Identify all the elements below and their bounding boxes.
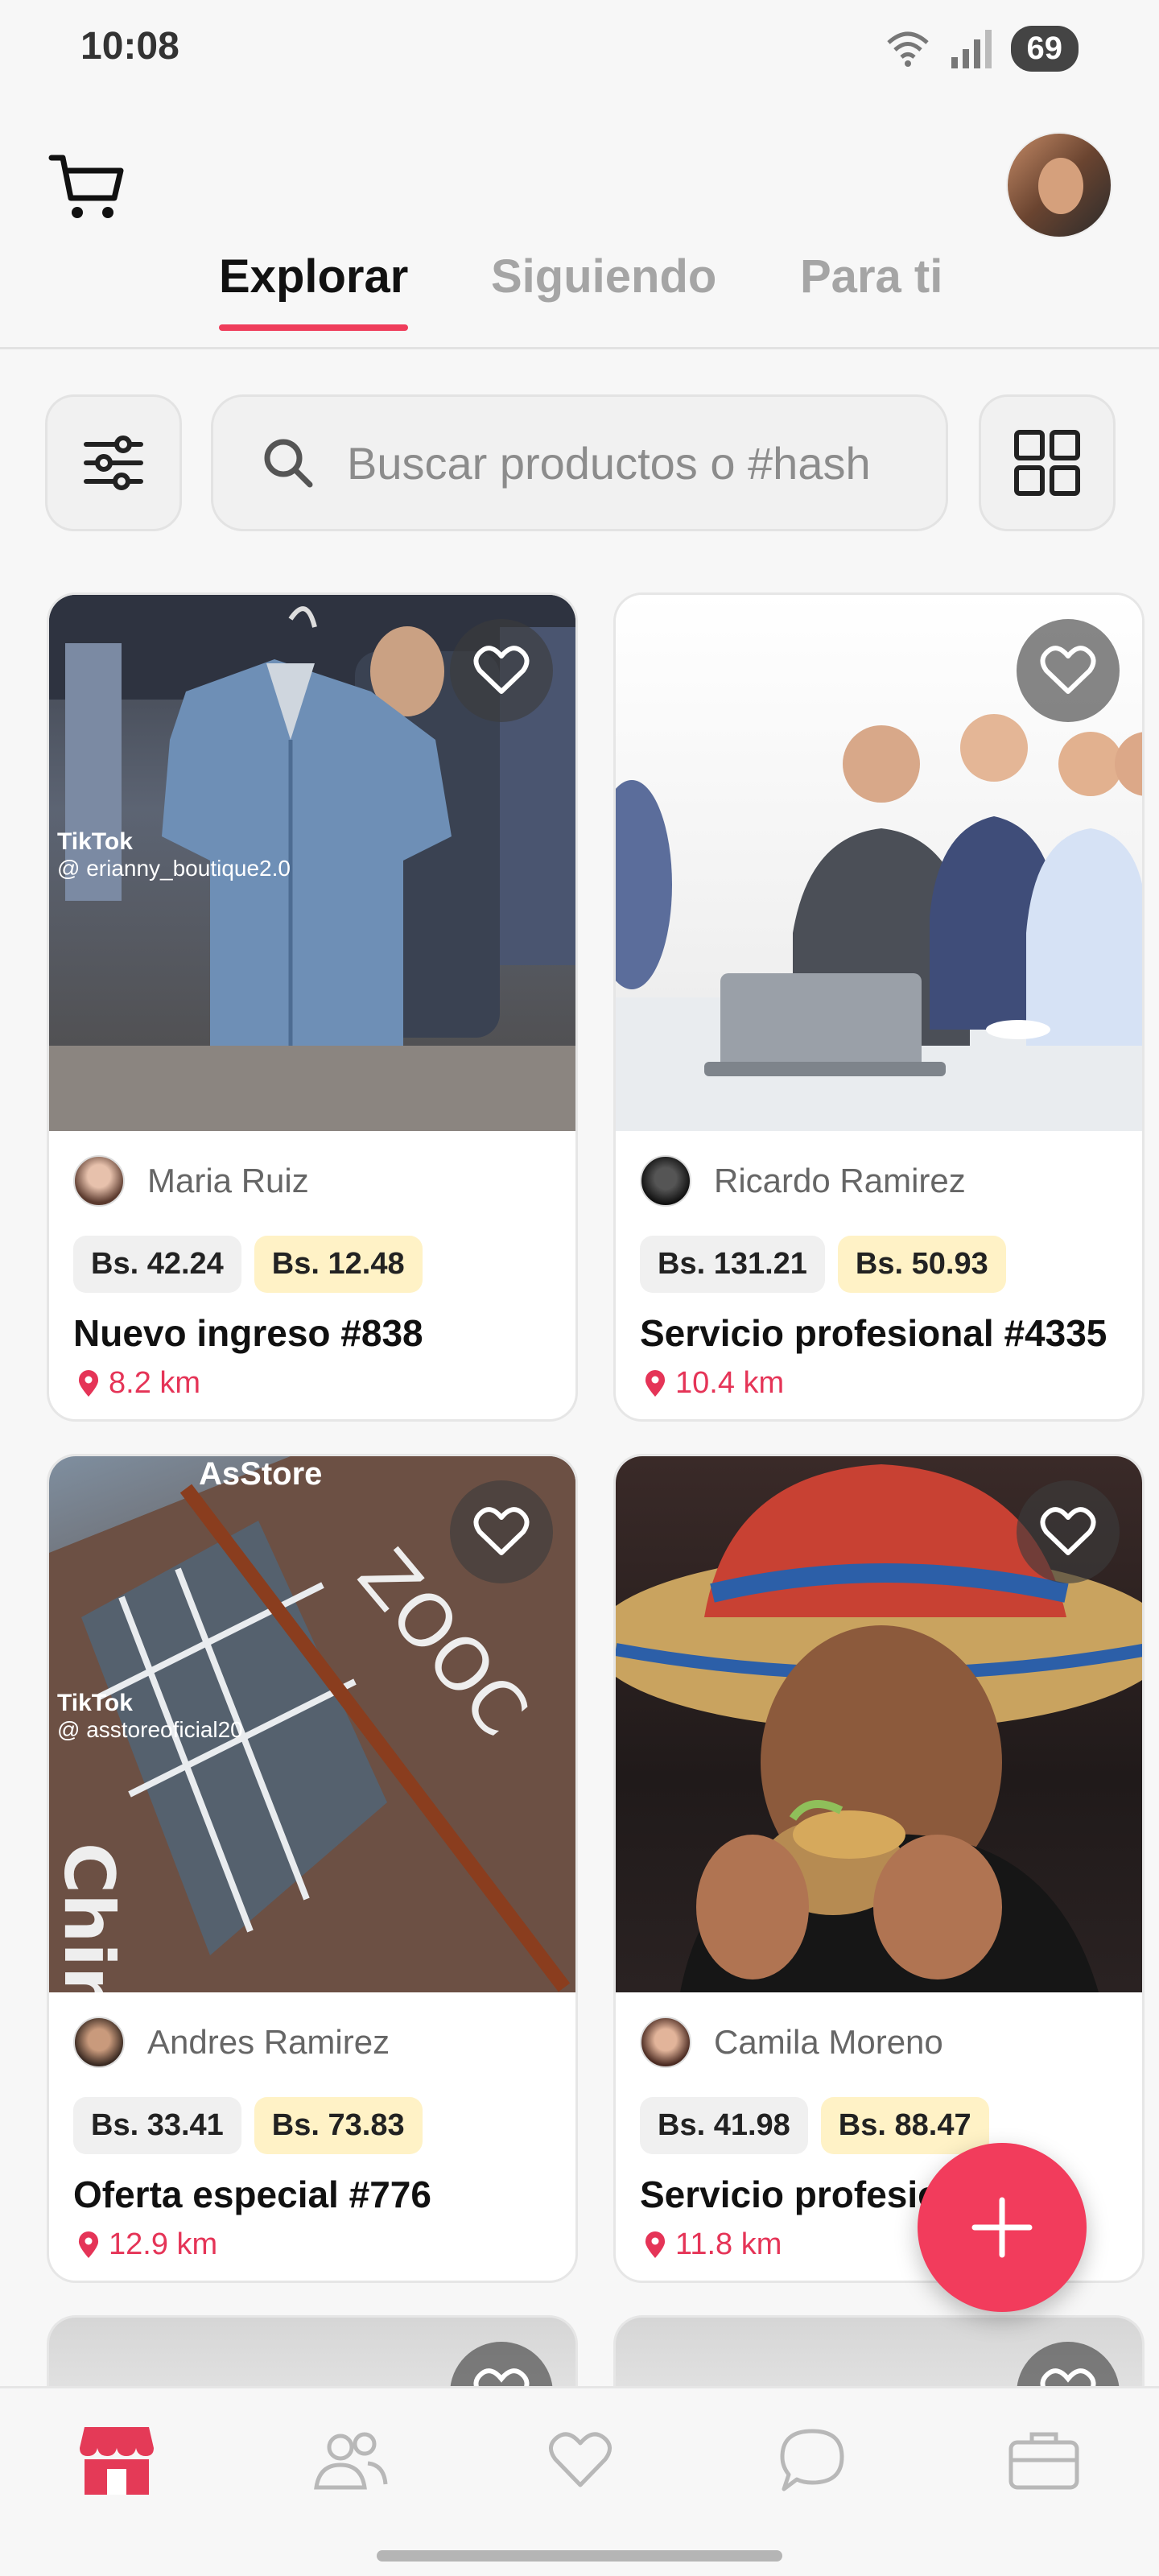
product-card[interactable]: TikTok @ erianny_boutique2.0 Maria Ruiz … [47,592,578,1422]
heart-icon [1040,1507,1096,1555]
favorite-button[interactable] [450,1480,553,1583]
price-tag: Bs. 41.98 [640,2097,808,2154]
seller-info[interactable]: Camila Moreno [640,2017,943,2068]
product-title: Servicio profesional #4335 [640,1312,1107,1354]
favorite-button[interactable] [1017,619,1120,722]
distance-label: 8.2 km [78,1366,200,1401]
price-row: Bs. 42.24 Bs. 12.48 [73,1236,423,1293]
filter-icon [84,436,143,490]
filter-button[interactable] [45,394,182,531]
plus-icon [971,2197,1033,2258]
seller-name: Maria Ruiz [147,1162,309,1199]
status-icons: 69 [885,26,1079,72]
nav-business[interactable] [1000,2416,1088,2504]
distance-label: 10.4 km [645,1366,784,1401]
distance-label: 12.9 km [78,2227,217,2262]
location-pin-icon [645,1369,666,1397]
seller-name: Ricardo Ramirez [714,1162,966,1199]
seller-info[interactable]: Ricardo Ramirez [640,1155,966,1207]
image-caption: AsStore [199,1456,323,1492]
seller-avatar [73,1155,125,1207]
price-row: Bs. 41.98 Bs. 88.47 [640,2097,989,2154]
location-pin-icon [78,1369,99,1397]
battery-indicator: 69 [1010,26,1079,72]
price-tag: Bs. 33.41 [73,2097,241,2154]
price-row: Bs. 33.41 Bs. 73.83 [73,2097,423,2154]
offer-price-tag: Bs. 50.93 [837,1236,1006,1293]
heart-icon [473,646,530,694]
bottom-navigation [0,2386,1159,2576]
seller-avatar [73,2017,125,2068]
wifi-icon [886,31,929,67]
heart-icon [549,2432,612,2487]
price-row: Bs. 131.21 Bs. 50.93 [640,1236,1006,1293]
status-bar: 10:08 69 [0,0,1159,97]
product-title: Nuevo ingreso #838 [73,1312,423,1354]
seller-name: Camila Moreno [714,2023,943,2061]
offer-price-tag: Bs. 73.83 [254,2097,423,2154]
tiktok-watermark: TikTok @ asstoreoficial20 [57,1690,243,1742]
store-icon [80,2427,154,2495]
tab-explorar[interactable]: Explorar [219,250,409,331]
distance-label: 11.8 km [645,2227,782,2262]
grid-icon [1014,430,1080,496]
signal-icon [951,29,992,68]
location-pin-icon [645,2231,666,2258]
location-pin-icon [78,2231,99,2258]
seller-info[interactable]: Andres Ramirez [73,2017,390,2068]
seller-avatar [640,2017,691,2068]
heart-icon [473,1507,530,1555]
seller-avatar [640,1155,691,1207]
seller-info[interactable]: Maria Ruiz [73,1155,309,1207]
price-tag: Bs. 131.21 [640,1236,825,1293]
product-card[interactable]: Ricardo Ramirez Bs. 131.21 Bs. 50.93 Ser… [613,592,1145,1422]
search-icon [264,439,313,488]
nav-community[interactable] [306,2416,394,2504]
tiktok-watermark: TikTok @ erianny_boutique2.0 [57,828,291,881]
status-time: 10:08 [80,25,179,68]
product-image[interactable] [616,1456,1142,1992]
nav-messages[interactable] [768,2416,856,2504]
users-icon [314,2432,388,2490]
favorite-button[interactable] [450,619,553,722]
offer-price-tag: Bs. 12.48 [254,1236,423,1293]
grid-view-button[interactable] [979,394,1116,531]
product-image[interactable]: ZOOC Chin AsStore TikTok @ asstoreoficia… [49,1456,575,1992]
nav-store[interactable] [72,2416,161,2504]
product-title: Servicio profesion [640,2174,963,2215]
offer-price-tag: Bs. 88.47 [820,2097,989,2154]
product-card[interactable]: Camila Moreno Bs. 41.98 Bs. 88.47 Servic… [613,1454,1145,2283]
tab-siguiendo[interactable]: Siguiendo [491,250,716,303]
seller-name: Andres Ramirez [147,2023,390,2061]
cart-icon[interactable] [47,147,127,227]
product-card[interactable]: ZOOC Chin AsStore TikTok @ asstoreoficia… [47,1454,578,2283]
heart-icon [1040,646,1096,694]
briefcase-icon [1008,2432,1079,2490]
price-tag: Bs. 42.24 [73,1236,241,1293]
tab-para-ti[interactable]: Para ti [800,250,942,303]
svg-text:Chin: Chin [49,1843,129,1992]
search-bar[interactable] [211,394,948,531]
add-product-button[interactable] [918,2143,1087,2312]
search-input[interactable] [347,436,870,489]
nav-favorites[interactable] [536,2416,625,2504]
profile-avatar[interactable] [1006,132,1112,238]
feed-tabs: Explorar Siguiendo Para ti [0,242,1159,349]
product-image[interactable]: TikTok @ erianny_boutique2.0 [49,595,575,1131]
gesture-bar[interactable] [377,2550,782,2562]
product-title: Oferta especial #776 [73,2174,431,2215]
product-image[interactable] [616,595,1142,1131]
chat-icon [780,2429,844,2491]
favorite-button[interactable] [1017,1480,1120,1583]
